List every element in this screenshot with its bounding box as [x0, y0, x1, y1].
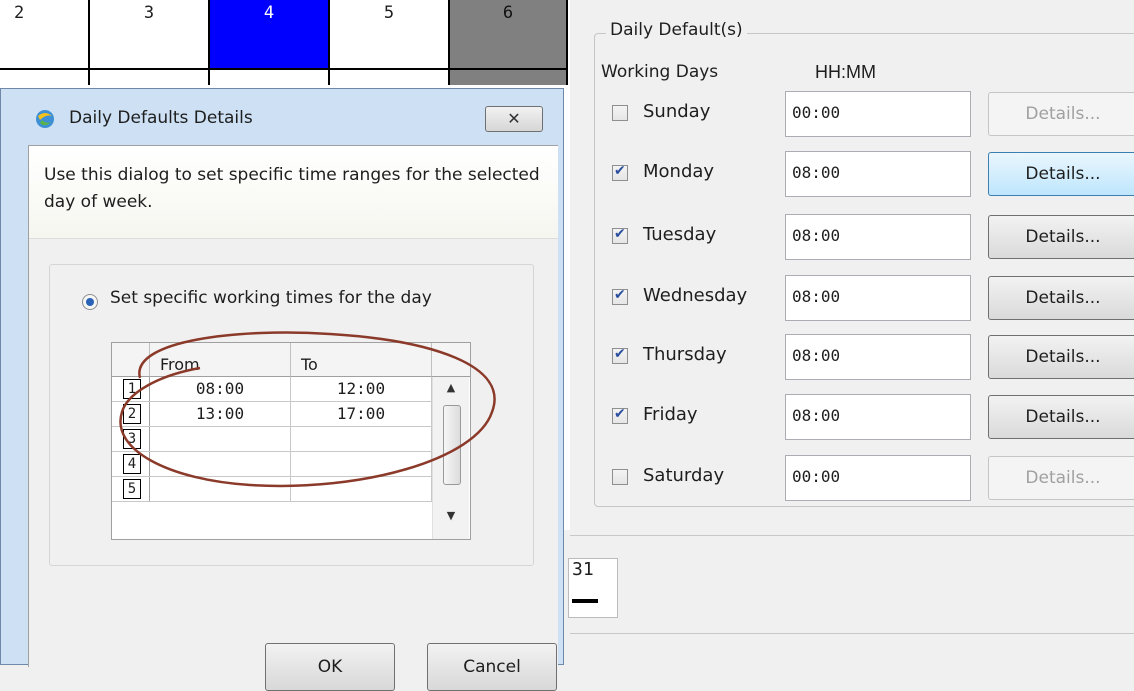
details-button[interactable]: Details... — [988, 335, 1134, 379]
day-row: Sunday 00:00 Details... — [607, 91, 1134, 137]
calendar-day-label: 31 — [572, 559, 594, 580]
scroll-thumb[interactable] — [443, 405, 461, 485]
group-title: Daily Default(s) — [606, 20, 747, 40]
row-number: 3 — [123, 429, 141, 449]
day-row: Wednesday 08:00 Details... — [607, 275, 1134, 321]
time-ranges-grid: From To 1 08:00 12:00 2 13:00 17:00 3 4 — [111, 342, 471, 540]
from-cell[interactable] — [150, 427, 291, 451]
description-panel: Use this dialog to set specific time ran… — [29, 146, 558, 239]
divider — [570, 633, 1134, 634]
row-number-cell: 3 — [112, 427, 150, 451]
day-row: Monday 08:00 Details... — [607, 151, 1134, 197]
specific-times-radio[interactable] — [82, 294, 98, 310]
calendar-day-cell[interactable]: 2 — [0, 0, 90, 70]
column-header-to[interactable]: To — [291, 343, 432, 377]
scroll-down-arrow-icon[interactable]: ▼ — [433, 509, 469, 525]
ok-button[interactable]: OK — [265, 643, 395, 691]
day-row: Thursday 08:00 Details... — [607, 334, 1134, 380]
row-header-corner — [112, 343, 150, 377]
to-cell[interactable] — [291, 452, 432, 476]
to-cell[interactable] — [291, 477, 432, 501]
dialog-body: Use this dialog to set specific time ran… — [28, 145, 558, 691]
calendar-row-divider — [0, 70, 90, 85]
day-checkbox[interactable] — [612, 346, 628, 364]
row-number: 2 — [123, 404, 141, 424]
from-cell[interactable]: 08:00 — [150, 377, 291, 401]
day-row: Saturday 00:00 Details... — [607, 455, 1134, 501]
close-icon: ✕ — [507, 109, 521, 128]
day-checkbox[interactable] — [612, 406, 628, 424]
calendar-day-cell[interactable]: 31 — [568, 558, 618, 618]
calendar-day-cell[interactable]: 3 — [90, 0, 210, 70]
day-label: Wednesday — [643, 285, 748, 306]
calendar-day-cell[interactable]: 6 — [450, 0, 568, 70]
calendar-day-cell-selected[interactable]: 4 — [210, 0, 330, 70]
from-cell[interactable] — [150, 452, 291, 476]
to-cell[interactable] — [291, 427, 432, 451]
day-label: Thursday — [643, 344, 727, 365]
day-label: Friday — [643, 404, 698, 425]
hours-field[interactable]: 08:00 — [785, 214, 971, 260]
dialog-description: Use this dialog to set specific time ran… — [44, 165, 540, 212]
day-label: Saturday — [643, 465, 725, 486]
calendar-row-divider — [450, 70, 568, 85]
from-cell[interactable]: 13:00 — [150, 402, 291, 426]
working-days-header: Working Days — [601, 62, 719, 82]
hours-field[interactable]: 08:00 — [785, 394, 971, 440]
table-row: 1 08:00 12:00 — [112, 377, 434, 402]
calendar-day-marker — [572, 599, 598, 603]
day-checkbox[interactable] — [612, 287, 628, 305]
day-label: Tuesday — [643, 224, 717, 245]
hours-field[interactable]: 00:00 — [785, 455, 971, 501]
row-number-cell: 5 — [112, 477, 150, 501]
dialog-title: Daily Defaults Details — [69, 108, 253, 128]
from-cell[interactable] — [150, 477, 291, 501]
day-label: Monday — [643, 161, 715, 182]
divider — [570, 535, 1134, 536]
specific-times-label[interactable]: Set specific working times for the day — [110, 288, 432, 308]
table-row: 4 — [112, 452, 434, 477]
time-header: HH:MM — [815, 62, 876, 82]
calendar-day-cell[interactable]: 5 — [330, 0, 450, 70]
day-checkbox[interactable] — [612, 163, 628, 181]
daily-defaults-dialog: Daily Defaults Details ✕ Use this dialog… — [0, 88, 564, 691]
column-header-from[interactable]: From — [150, 343, 291, 377]
row-number: 1 — [123, 379, 141, 399]
day-checkbox[interactable] — [612, 226, 628, 244]
day-checkbox[interactable] — [612, 469, 628, 485]
row-number-cell: 1 — [112, 377, 150, 401]
details-button[interactable]: Details... — [988, 456, 1134, 500]
to-cell[interactable]: 12:00 — [291, 377, 432, 401]
header-filler — [432, 343, 470, 377]
row-number: 4 — [123, 454, 141, 474]
hours-field[interactable]: 08:00 — [785, 275, 971, 321]
day-row: Friday 08:00 Details... — [607, 394, 1134, 440]
details-button[interactable]: Details... — [988, 152, 1134, 196]
day-checkbox[interactable] — [612, 105, 628, 121]
vertical-scrollbar[interactable]: ▲ ▼ — [432, 377, 469, 539]
calendar-row-divider — [330, 70, 450, 85]
to-cell[interactable]: 17:00 — [291, 402, 432, 426]
close-button[interactable]: ✕ — [485, 106, 543, 132]
hours-field[interactable]: 08:00 — [785, 334, 971, 380]
details-button[interactable]: Details... — [988, 276, 1134, 320]
details-button[interactable]: Details... — [988, 215, 1134, 259]
hours-field[interactable]: 08:00 — [785, 151, 971, 197]
table-row: 5 — [112, 477, 434, 502]
day-label: Sunday — [643, 101, 711, 122]
calendar-row-divider — [90, 70, 210, 85]
calendar-row-divider — [210, 70, 330, 85]
cancel-button[interactable]: Cancel — [427, 643, 557, 691]
details-button[interactable]: Details... — [988, 395, 1134, 439]
row-number-cell: 2 — [112, 402, 150, 426]
app-icon — [36, 110, 54, 128]
table-row: 3 — [112, 427, 434, 452]
row-number-cell: 4 — [112, 452, 150, 476]
details-button[interactable]: Details... — [988, 92, 1134, 136]
table-row: 2 13:00 17:00 — [112, 402, 434, 427]
row-number: 5 — [123, 479, 141, 499]
day-row: Tuesday 08:00 Details... — [607, 214, 1134, 260]
scroll-up-arrow-icon[interactable]: ▲ — [433, 381, 469, 397]
hours-field[interactable]: 00:00 — [785, 91, 971, 137]
